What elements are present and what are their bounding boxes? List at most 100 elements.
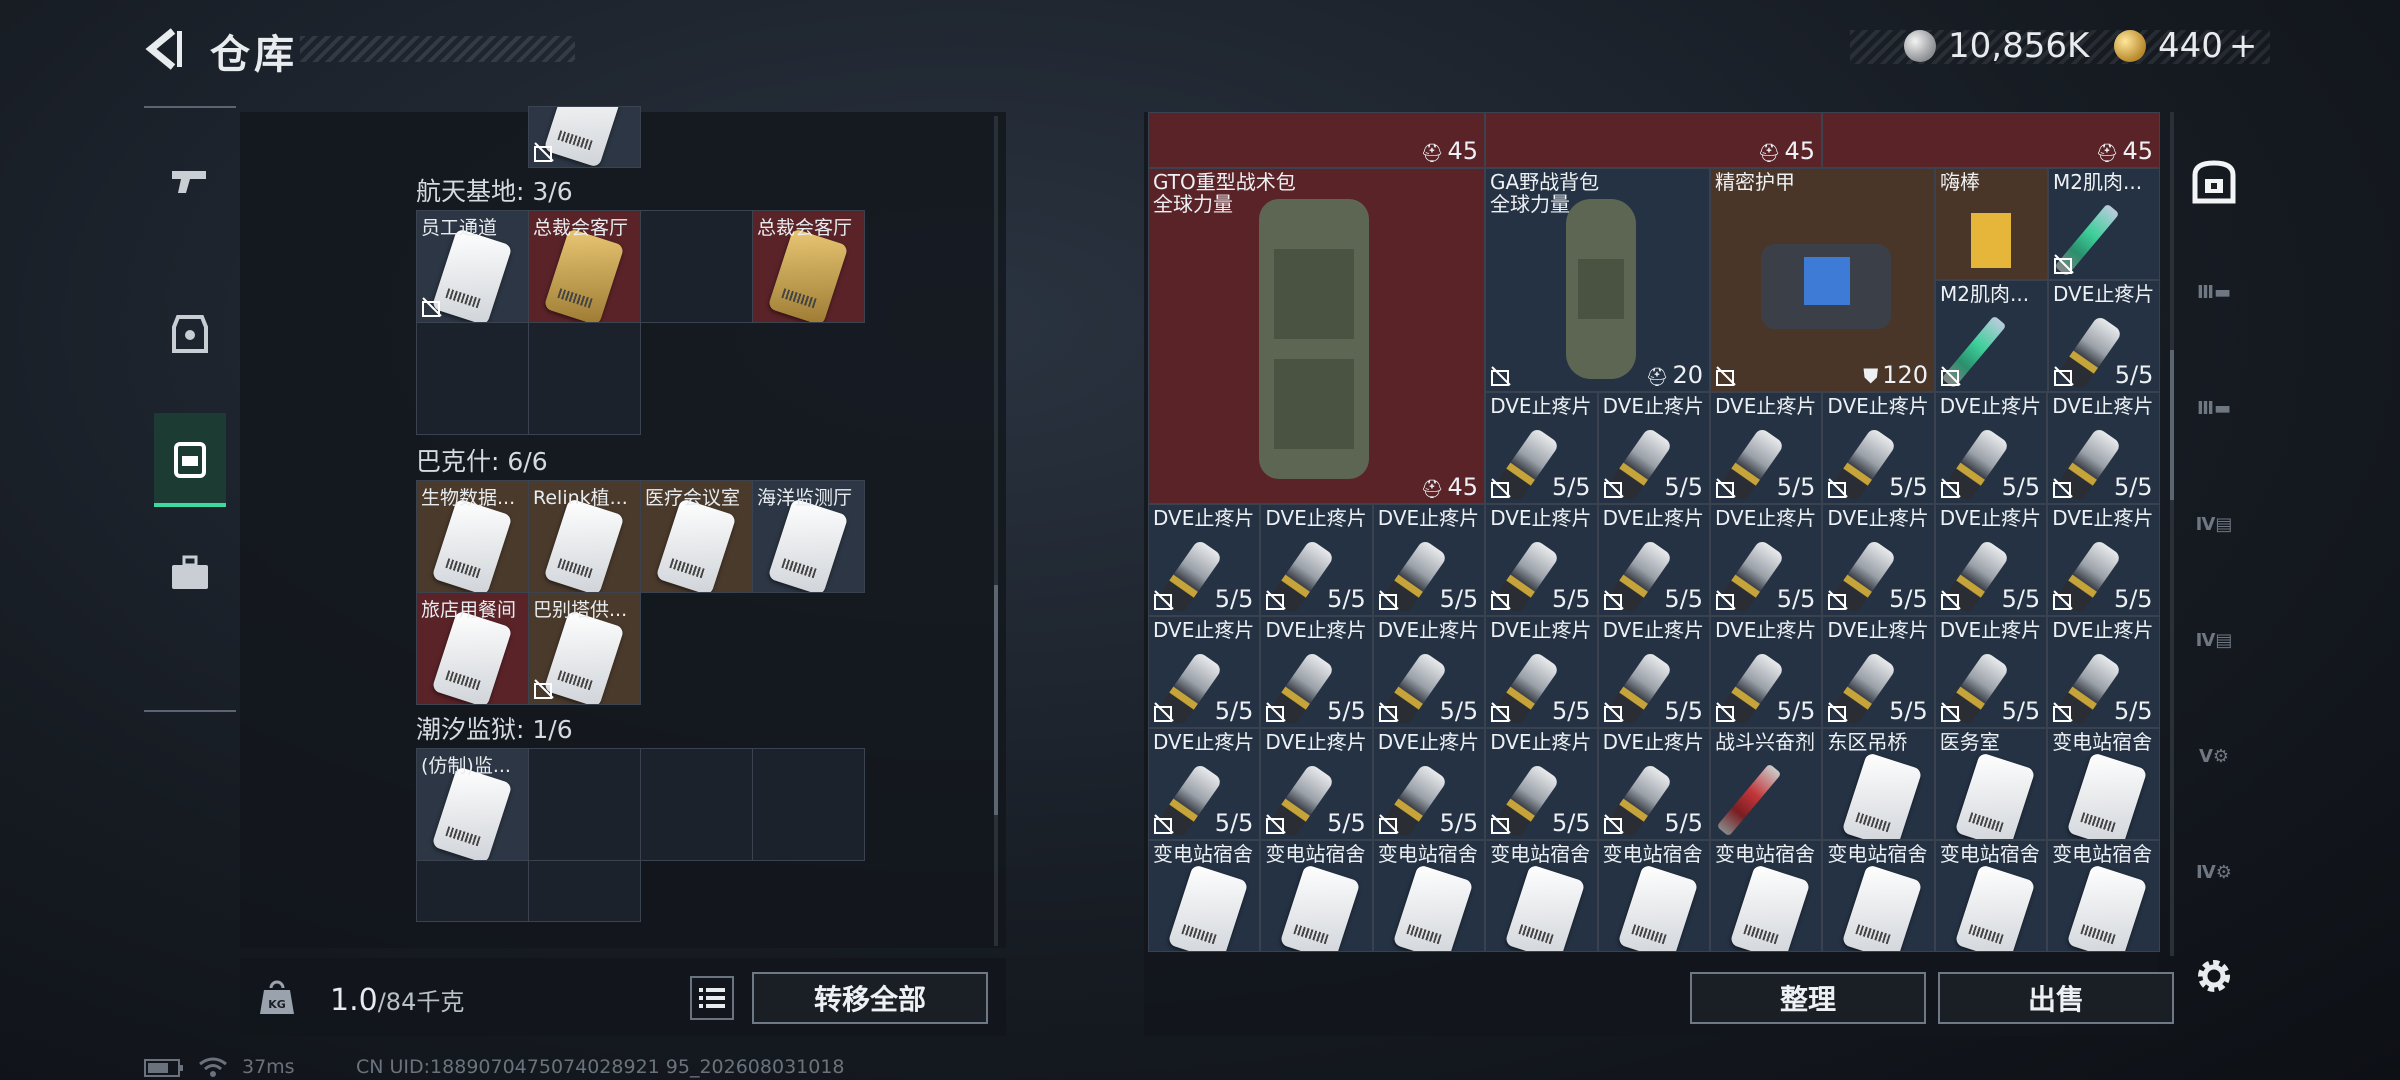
dve-painkiller-item[interactable]: DVE止疼片 5/5 — [1372, 504, 1486, 616]
nav-containers[interactable] — [154, 413, 226, 507]
keycard-slot[interactable]: 生物数据... — [416, 480, 529, 593]
gto-tactical-pack[interactable]: GTO重型战术包 全球力量 ⛑ 45 — [1148, 168, 1485, 504]
keycard-slot[interactable]: Relink植... — [528, 480, 641, 593]
dve-painkiller-item[interactable]: DVE止疼片 5/5 — [1597, 728, 1710, 840]
empty-slot[interactable] — [416, 322, 529, 435]
dve-painkiller-item[interactable]: DVE止疼片 5/5 — [1485, 616, 1598, 728]
list-view-button[interactable] — [690, 976, 734, 1020]
dve-painkiller-item[interactable]: DVE止疼片 5/5 — [1597, 616, 1710, 728]
dve-painkiller-item[interactable]: DVE止疼片 5/5 — [1485, 728, 1598, 840]
dve-painkiller-item[interactable]: DVE止疼片 5/5 — [1485, 392, 1598, 504]
dve-painkiller-item[interactable]: DVE止疼片 5/5 — [2047, 504, 2160, 616]
tab-container-5[interactable]: Ⅴ⚙ — [2182, 724, 2246, 788]
keycard-slot[interactable]: 员工通道 — [416, 210, 529, 323]
stash-scroll-thumb[interactable] — [994, 585, 998, 815]
dve-painkiller-item[interactable]: DVE止疼片 5/5 — [1372, 728, 1486, 840]
empty-slot[interactable] — [528, 860, 641, 922]
keycard-slot[interactable]: 旅店用餐间 — [416, 592, 529, 705]
dve-painkiller-item[interactable]: DVE止疼片 5/5 — [1710, 504, 1823, 616]
item-count: 5/5 — [2114, 473, 2153, 501]
keycard-slot[interactable]: 变电站宿舍 — [1934, 840, 2048, 952]
nav-weapons[interactable] — [154, 138, 226, 228]
dve-painkiller-item[interactable]: DVE止疼片 5/5 — [1822, 392, 1935, 504]
dve-painkiller-item[interactable]: DVE止疼片 5/5 — [1934, 616, 2048, 728]
keycard-slot[interactable]: 医疗会议室 — [640, 480, 753, 593]
tab-container-4c[interactable]: Ⅳ⚙ — [2182, 840, 2246, 904]
keycard-slot[interactable]: 变电站宿舍 — [1372, 840, 1486, 952]
sell-button[interactable]: 出售 — [1938, 972, 2174, 1024]
ga-field-backpack[interactable]: GA野战背包 全球力量 ⛑ 20 — [1485, 168, 1710, 392]
empty-slot[interactable] — [640, 748, 753, 861]
keycard-slot[interactable]: 变电站宿舍 — [1710, 840, 1823, 952]
back-button[interactable] — [138, 24, 188, 74]
dve-painkiller-item[interactable]: DVE止疼片 5/5 — [1597, 504, 1710, 616]
dve-painkiller-item[interactable]: DVE止疼片 5/5 — [1822, 504, 1935, 616]
transfer-all-button[interactable]: 转移全部 — [752, 972, 988, 1024]
dve-painkiller-item[interactable]: DVE止疼片 5/5 — [1934, 392, 2048, 504]
dve-painkiller-item[interactable]: DVE止疼片 5/5 — [1148, 616, 1261, 728]
dve-painkiller-item[interactable]: DVE止疼片 5/5 — [1710, 392, 1823, 504]
dve-painkiller-item[interactable]: DVE止疼片 5/5 — [2047, 392, 2160, 504]
empty-slot[interactable] — [640, 210, 753, 323]
keycard-slot[interactable]: 变电站宿舍 — [1260, 840, 1373, 952]
keycard-slot[interactable]: 医务室 — [1934, 728, 2048, 840]
dve-painkiller-item[interactable]: DVE止疼片 5/5 — [1710, 616, 1823, 728]
dve-painkiller-item[interactable]: DVE止疼片 5/5 — [1148, 728, 1261, 840]
backpack-scroll-thumb[interactable] — [2170, 350, 2174, 500]
dve-painkiller-item[interactable]: DVE止疼片 5/5 — [1260, 504, 1373, 616]
tab-container-3b[interactable]: Ⅲ▬ — [2182, 376, 2246, 440]
keycard-slot[interactable]: 变电站宿舍 — [2047, 840, 2160, 952]
gold-currency[interactable]: 440 + — [2114, 24, 2257, 68]
uid-text: CN UID:1889070475074028921 95_2026080310… — [356, 1056, 845, 1078]
tab-backpack[interactable] — [2182, 150, 2246, 214]
backpack-item[interactable]: ⛑ 45 — [1822, 112, 2160, 168]
dve-painkiller-item[interactable]: DVE止疼片 5/5 — [1148, 504, 1261, 616]
keycard-slot[interactable]: 变电站宿舍 — [2047, 728, 2160, 840]
item-name: 东区吊桥 — [1827, 730, 1908, 754]
keycard-slot[interactable]: 变电站宿舍 — [1148, 840, 1261, 952]
dve-painkiller-item[interactable]: DVE止疼片 5/5 — [1597, 392, 1710, 504]
haibang-item[interactable]: 嗨棒 — [1935, 168, 2048, 280]
precision-armor[interactable]: 精密护甲 ⛊ 120 — [1710, 168, 1935, 392]
organize-button[interactable]: 整理 — [1690, 972, 1926, 1024]
dve-painkiller-item[interactable]: DVE止疼片 5/5 — [1485, 504, 1598, 616]
combat-stimulant-item[interactable]: 战斗兴奋剂 — [1710, 728, 1823, 840]
stash-scrollbar[interactable] — [994, 116, 998, 946]
dve-painkiller-item[interactable]: DVE止疼片 5/5 — [1260, 728, 1373, 840]
backpack-item[interactable]: ⛑ 45 — [1485, 112, 1822, 168]
dve-painkiller-item[interactable]: DVE止疼片 5/5 — [1260, 616, 1373, 728]
dve-painkiller-item[interactable]: DVE止疼片 5/5 — [2048, 280, 2160, 392]
keycard-slot[interactable]: 东区吊桥 — [1822, 728, 1935, 840]
keycard-slot[interactable]: 总裁会客厅 — [752, 210, 865, 323]
stash-item[interactable] — [528, 106, 641, 168]
tab-container-4a[interactable]: Ⅳ▤ — [2182, 492, 2246, 556]
tab-container-3a[interactable]: Ⅲ▬ — [2182, 260, 2246, 324]
keycard-slot[interactable]: (仿制)监... — [416, 748, 529, 861]
empty-slot[interactable] — [528, 748, 641, 861]
empty-slot[interactable] — [416, 860, 529, 922]
backpack-item[interactable]: ⛑ 45 — [1148, 112, 1485, 168]
m2-syringe-item[interactable]: M2肌肉... — [2048, 168, 2160, 280]
dve-painkiller-item[interactable]: DVE止疼片 5/5 — [2047, 616, 2160, 728]
keycard-slot[interactable]: 变电站宿舍 — [1485, 840, 1598, 952]
tab-container-4b[interactable]: Ⅳ▤ — [2182, 608, 2246, 672]
nav-items[interactable] — [154, 528, 226, 618]
add-gold-button[interactable]: + — [2229, 26, 2258, 66]
item-count-value: 45 — [1447, 473, 1478, 501]
keycard-slot[interactable]: 海洋监测厅 — [752, 480, 865, 593]
empty-slot[interactable] — [528, 322, 641, 435]
empty-slot[interactable] — [752, 748, 865, 861]
keycard-slot[interactable]: 变电站宿舍 — [1597, 840, 1710, 952]
dve-painkiller-item[interactable]: DVE止疼片 5/5 — [1372, 616, 1486, 728]
keycard-slot[interactable]: 巴别塔供... — [528, 592, 641, 705]
dve-painkiller-item[interactable]: DVE止疼片 5/5 — [1822, 616, 1935, 728]
item-name: M2肌肉... — [1940, 282, 2030, 306]
backpack-scrollbar[interactable] — [2170, 112, 2174, 956]
m2-syringe-item[interactable]: M2肌肉... — [1935, 280, 2048, 392]
item-count: ⛑ 45 — [1421, 473, 1478, 501]
keycard-slot[interactable]: 总裁会客厅 — [528, 210, 641, 323]
keycard-slot[interactable]: 变电站宿舍 — [1822, 840, 1935, 952]
dve-painkiller-item[interactable]: DVE止疼片 5/5 — [1934, 504, 2048, 616]
nav-equipment[interactable] — [154, 288, 226, 378]
settings-button[interactable] — [2182, 944, 2246, 1008]
